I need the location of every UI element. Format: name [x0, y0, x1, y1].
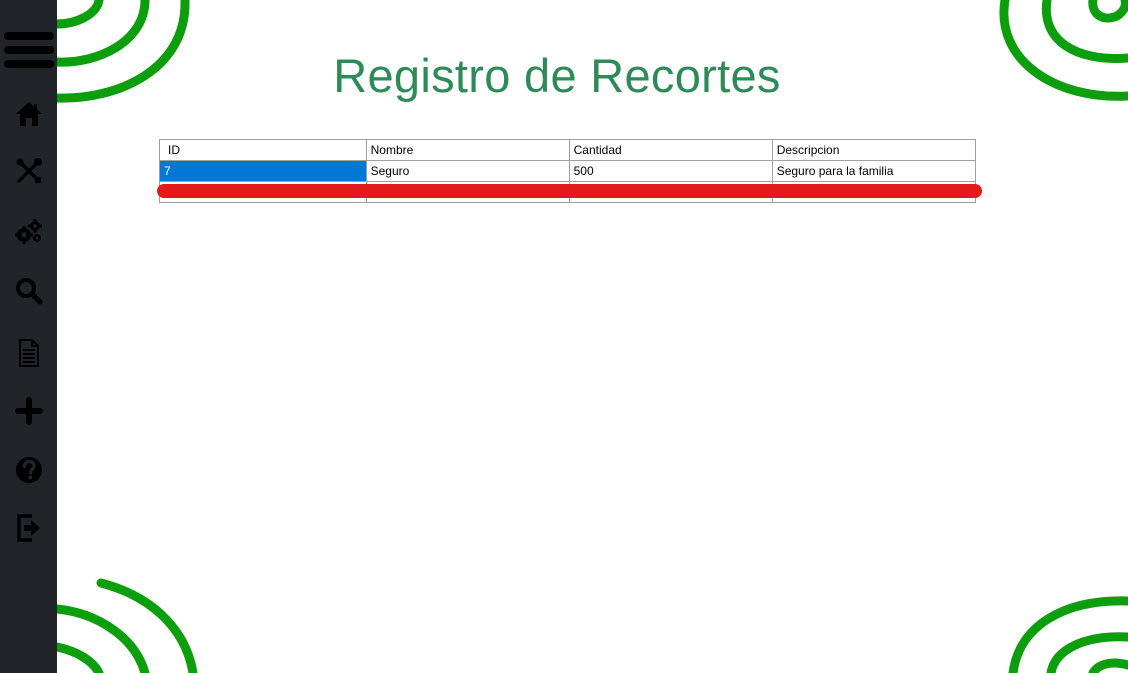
plus-icon — [14, 397, 43, 425]
home-icon — [15, 102, 42, 126]
settings-button[interactable] — [0, 206, 57, 256]
document-button[interactable] — [0, 328, 57, 378]
header-row: ID Nombre Cantidad Descripcion — [159, 139, 977, 161]
tools-button[interactable] — [0, 146, 57, 196]
table-cell-descripcion[interactable]: Seguro para la familia — [771, 160, 977, 182]
column-header-descripcion[interactable]: Descripcion — [771, 139, 977, 161]
tools-icon — [16, 158, 42, 183]
logout-button[interactable] — [0, 503, 57, 553]
column-header-id[interactable]: ID — [159, 139, 367, 161]
search-icon — [15, 278, 42, 305]
help-icon — [15, 457, 42, 483]
help-button[interactable] — [0, 445, 57, 495]
table-cell-cantidad[interactable]: 500 — [568, 160, 773, 182]
add-button[interactable] — [0, 386, 57, 436]
spiral-decoration-bottom-right — [1008, 596, 1128, 673]
document-icon — [18, 339, 39, 367]
spiral-decoration-bottom-left — [57, 578, 198, 673]
red-strike-annotation — [157, 184, 982, 198]
table-cell-id[interactable]: 7 — [159, 160, 367, 182]
table-row[interactable]: 7 Seguro 500 Seguro para la familia — [159, 160, 977, 182]
table-cell-nombre[interactable]: Seguro — [365, 160, 570, 182]
search-button[interactable] — [0, 266, 57, 316]
gears-icon — [14, 219, 42, 244]
logout-icon — [16, 514, 40, 542]
column-header-cantidad[interactable]: Cantidad — [568, 139, 773, 161]
column-header-nombre[interactable]: Nombre — [365, 139, 570, 161]
page-title: Registro de Recortes — [333, 49, 781, 102]
